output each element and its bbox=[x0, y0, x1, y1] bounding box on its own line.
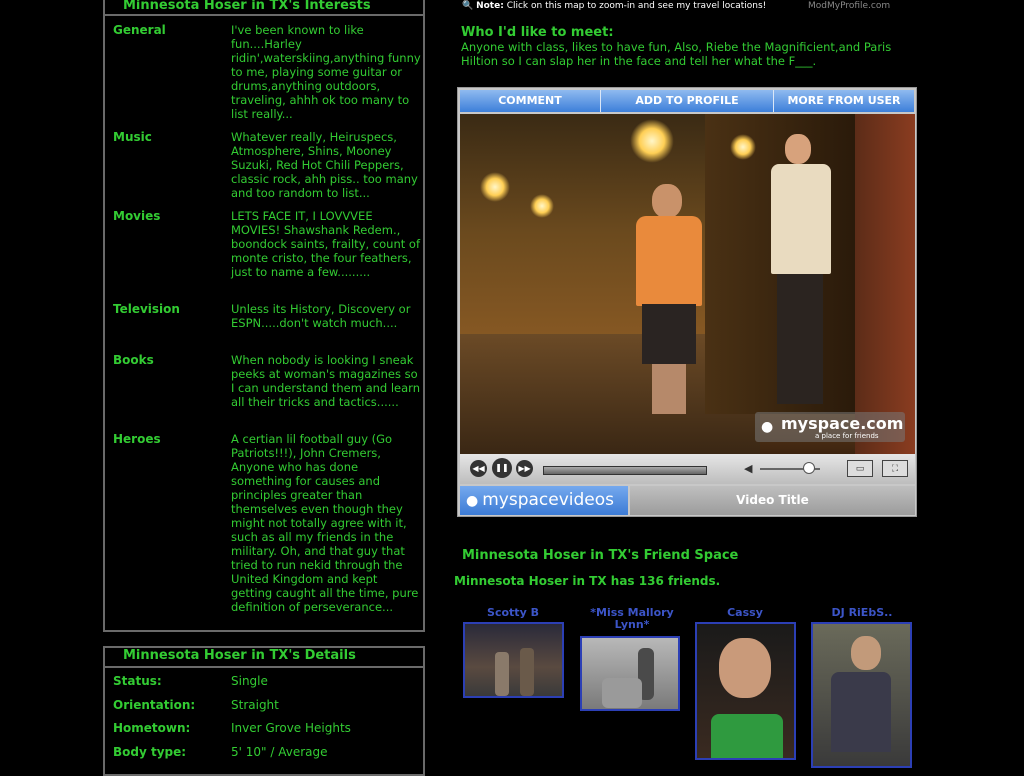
meet-title: Who I'd like to meet: bbox=[461, 25, 614, 40]
friend-photo-figure bbox=[495, 652, 509, 696]
note-prefix: Note: bbox=[476, 1, 504, 11]
detail-label: Status: bbox=[113, 674, 162, 688]
detail-value: Single bbox=[231, 674, 268, 688]
details-title: Minnesota Hoser in TX's Details bbox=[105, 648, 423, 668]
interest-value: When nobody is looking I sneak peeks at … bbox=[231, 353, 420, 409]
interests-title: Minnesota Hoser in TX's Interests bbox=[105, 0, 423, 16]
interest-row-books: Books When nobody is looking I sneak pee… bbox=[113, 353, 420, 423]
screen-size-icon[interactable]: ▭ bbox=[847, 460, 873, 477]
video-title: Video Title bbox=[630, 486, 915, 515]
video-person-white-shirt bbox=[765, 134, 840, 424]
watermark-text: myspace.com bbox=[781, 414, 904, 433]
note-text: Click on this map to zoom-in and see my … bbox=[506, 1, 767, 11]
video-player: COMMENT ADD TO PROFILE MORE FROM USER ● … bbox=[457, 87, 917, 517]
friend-photo-figure bbox=[520, 648, 534, 696]
myspacevideos-logo[interactable]: ● myspacevideos bbox=[460, 486, 628, 515]
video-streetlight bbox=[730, 134, 756, 160]
interests-panel: Minnesota Hoser in TX's Interests Genera… bbox=[103, 0, 425, 632]
video-streetlight bbox=[530, 194, 554, 218]
video-streetlight bbox=[480, 172, 510, 202]
myspace-people-icon: ● bbox=[466, 493, 479, 509]
player-tabs: COMMENT ADD TO PROFILE MORE FROM USER bbox=[460, 90, 914, 112]
details-panel: Minnesota Hoser in TX's Details Status: … bbox=[103, 646, 425, 776]
fast-forward-icon[interactable]: ▶▶ bbox=[516, 460, 533, 477]
fullscreen-icon[interactable]: ⛶ bbox=[882, 460, 908, 477]
interest-value: LETS FACE IT, I LOVVVEE MOVIES! Shawshan… bbox=[231, 209, 420, 279]
magnifier-icon: 🔍 bbox=[462, 1, 474, 11]
friend-photo-shirt bbox=[831, 672, 891, 752]
friend-name-link[interactable]: Scotty B bbox=[468, 607, 558, 619]
video-screen[interactable]: ● myspace.com a place for friends bbox=[460, 114, 915, 454]
friend-photo-shirt bbox=[711, 714, 783, 758]
video-streetlight bbox=[630, 119, 674, 163]
friend-photo-object bbox=[602, 678, 642, 708]
detail-label: Orientation: bbox=[113, 698, 196, 712]
interest-label: Heroes bbox=[113, 432, 161, 446]
friend-photo[interactable] bbox=[580, 636, 680, 711]
seek-bar-fill bbox=[544, 467, 706, 474]
interest-value: Unless its History, Discovery or ESPN...… bbox=[231, 302, 411, 330]
friend-photo-face bbox=[851, 636, 881, 670]
seek-bar[interactable] bbox=[543, 466, 707, 475]
interest-value: A certian lil football guy (Go Patriots!… bbox=[231, 432, 419, 614]
add-to-profile-tab[interactable]: ADD TO PROFILE bbox=[601, 90, 774, 112]
volume-knob[interactable] bbox=[803, 462, 815, 474]
interest-value: I've been known to like fun....Harley ri… bbox=[231, 23, 421, 121]
detail-value: Inver Grove Heights bbox=[231, 721, 351, 735]
interest-row-general: General I've been known to like fun....H… bbox=[113, 23, 421, 123]
friend-photo[interactable] bbox=[811, 622, 912, 768]
interest-value: Whatever really, Heiruspecs, Atmosphere,… bbox=[231, 130, 418, 200]
interest-row-heroes: Heroes A certian lil football guy (Go Pa… bbox=[113, 432, 418, 627]
player-footer: ● myspacevideos Video Title bbox=[460, 486, 915, 515]
interest-row-television: Television Unless its History, Discovery… bbox=[113, 302, 417, 347]
friend-name-link[interactable]: *Miss Mallory Lynn* bbox=[578, 607, 686, 631]
more-from-user-tab[interactable]: MORE FROM USER bbox=[774, 90, 914, 112]
volume-icon[interactable]: ◀ bbox=[744, 462, 752, 475]
detail-value: 5' 10" / Average bbox=[231, 745, 328, 759]
friend-photo[interactable] bbox=[463, 622, 564, 698]
meet-text: Anyone with class, likes to have fun, Al… bbox=[461, 40, 892, 68]
interest-label: Music bbox=[113, 130, 152, 144]
friend-name-link[interactable]: Cassy bbox=[700, 607, 790, 619]
friend-name-link[interactable]: DJ RiEbS.. bbox=[812, 607, 912, 619]
friend-count: Minnesota Hoser in TX has 136 friends. bbox=[454, 574, 721, 588]
myspacevideos-logo-text: myspacevideos bbox=[482, 490, 615, 510]
friend-photo-face bbox=[719, 638, 771, 698]
myspace-logo-icon: ● bbox=[761, 419, 774, 435]
interest-label: General bbox=[113, 23, 166, 37]
pause-icon[interactable]: ❚❚ bbox=[492, 458, 512, 478]
friend-space-title: Minnesota Hoser in TX's Friend Space bbox=[462, 548, 739, 563]
detail-label: Body type: bbox=[113, 745, 187, 759]
video-person-orange-shirt bbox=[628, 184, 708, 424]
player-controls: ◀◀ ❚❚ ▶▶ ◀ ▭ ⛶ bbox=[460, 454, 915, 484]
interest-label: Books bbox=[113, 353, 154, 367]
video-brick-wall bbox=[855, 114, 915, 454]
map-note[interactable]: 🔍 Note: Click on this map to zoom-in and… bbox=[462, 1, 766, 11]
interest-row-movies: Movies LETS FACE IT, I LOVVVEE MOVIES! S… bbox=[113, 209, 420, 294]
comment-tab[interactable]: COMMENT bbox=[460, 90, 601, 112]
myspace-watermark: ● myspace.com a place for friends bbox=[755, 412, 905, 442]
friend-photo[interactable] bbox=[695, 622, 796, 760]
rewind-icon[interactable]: ◀◀ bbox=[470, 460, 487, 477]
detail-label: Hometown: bbox=[113, 721, 191, 735]
detail-value: Straight bbox=[231, 698, 279, 712]
watermark-subtext: a place for friends bbox=[815, 432, 879, 440]
interest-label: Television bbox=[113, 302, 180, 316]
interest-row-music: Music Whatever really, Heiruspecs, Atmos… bbox=[113, 130, 418, 200]
interest-label: Movies bbox=[113, 209, 161, 223]
mod-credit-link[interactable]: ModMyProfile.com bbox=[808, 1, 890, 11]
